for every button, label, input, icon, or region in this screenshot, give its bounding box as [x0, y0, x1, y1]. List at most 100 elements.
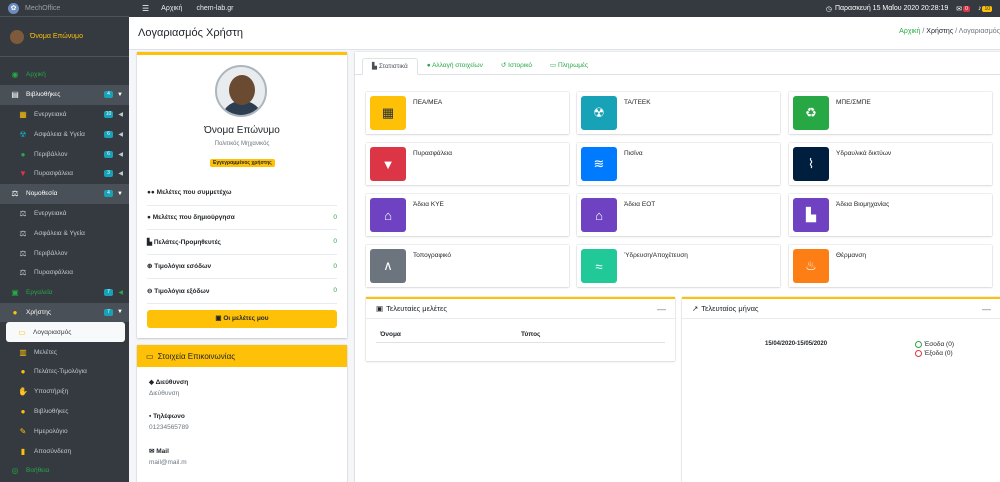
tile-label: Άδεια ΚΥΕ [413, 201, 444, 208]
chart-legend: Έσοδα (0) Έξοδα (0) [915, 341, 954, 359]
user-avatar [10, 29, 24, 44]
sidebar-item-clients-invoices[interactable]: ● Πελάτες-Τιμολόγια [0, 362, 129, 382]
sidebar-item-legislation-energy[interactable]: ⚖ Ενεργειακά [0, 204, 129, 224]
money-icon: ▭ [550, 62, 558, 69]
tile-label: Πυρασφάλεια [413, 150, 453, 157]
stat-label-text: Μελέτες που δημιούργησα [152, 213, 235, 221]
tile-label: ΤΑ/ΤΕΕΚ [624, 99, 651, 106]
tab-statistics[interactable]: ▙ Στατιστικά [362, 58, 418, 75]
topbar-clock: Παρασκευή 15 Μαΐου 2020 20:28:19 [834, 5, 949, 12]
tab-history[interactable]: ↺ Ιστορικό [492, 58, 541, 75]
tile-eot-license[interactable]: ⌂ Άδεια ΕΟΤ [577, 194, 780, 236]
sidebar-item-user-libraries[interactable]: ● Βιβλιοθήκες [0, 402, 129, 422]
collapse-button[interactable]: — [982, 304, 991, 314]
phone-label-text: Τηλέφωνο [153, 413, 185, 420]
messages-button[interactable]: ✉ 0 [956, 5, 970, 13]
sidebar-item-home[interactable]: ◉ Αρχική [0, 65, 129, 85]
page-title: Λογαριασμός Χρήστη [138, 27, 243, 39]
solar-panel-icon: ▦ [19, 109, 27, 119]
tab-label: Ιστορικό [508, 62, 532, 69]
tile-pool[interactable]: ≋ Πισίνα [577, 143, 780, 185]
topbar-home-link[interactable]: Αρχική [161, 5, 182, 12]
tile-ta-teek[interactable]: ☢ ΤΑ/ΤΕΕΚ [577, 92, 780, 134]
tile-label: ΠΕΑ/ΜΕΑ [413, 99, 443, 106]
door-icon: ▮ [20, 446, 26, 456]
sidebar-item-studies[interactable]: ▥ Μελέτες [0, 342, 129, 362]
sidebar-item-label: Αποσύνδεση [34, 447, 72, 455]
phone-label: ▪ Τηλέφωνο [149, 413, 335, 420]
sidebar-item-legislation[interactable]: ⚖ Νομοθεσία 4 ▼ [0, 183, 129, 204]
hamburger-menu-icon[interactable]: ☰ [142, 4, 149, 13]
balance-scale-icon: ⚖ [19, 268, 27, 278]
dashboard-icon: ◉ [11, 70, 19, 80]
stat-label: ● Μελέτες που δημιούργησα [147, 214, 235, 221]
sidebar-item-libraries[interactable]: ▤ Βιβλιοθήκες 4 ▼ [0, 84, 129, 105]
chevron-left-icon: ◀ [118, 151, 123, 158]
brand-link[interactable]: ✿ MechOffice [0, 0, 129, 17]
life-ring-icon: ◎ [11, 466, 19, 476]
stat-label: ⊖ Τιμολόγια εξόδων [147, 287, 210, 295]
breadcrumb-home[interactable]: Αρχική [899, 28, 920, 35]
count-badge: 7 [104, 308, 113, 316]
sidebar-item-help[interactable]: ◎ Βοήθεια [0, 461, 129, 481]
stat-label: ⊕ Τιμολόγια εσόδων [147, 262, 211, 270]
my-studies-label: Οι μελέτες μου [223, 315, 269, 322]
handshake-icon: ✋ [18, 387, 28, 397]
briefcase-icon: ▣ [11, 288, 19, 298]
chevron-left-icon: ◀ [118, 171, 123, 178]
tile-industry-license[interactable]: ▙ Άδεια Βιομηχανίας [789, 194, 992, 236]
sidebar-item-legislation-safety[interactable]: ⚖ Ασφάλεια & Υγεία [0, 223, 129, 243]
sidebar-item-support[interactable]: ✋ Υποστήριξη [0, 382, 129, 402]
legend-item-expenses[interactable]: Έξοδα (0) [915, 350, 954, 357]
recent-studies-table-header: Όνομα Τύπος [376, 331, 665, 343]
sidebar-item-label: Αρχική [26, 71, 46, 79]
sidebar-item-user[interactable]: ● Χρήστης 7 ▼ [0, 302, 129, 323]
sidebar-item-environment[interactable]: ● Περιβάλλον 6 ◀ [0, 144, 129, 164]
tile-label: Πισίνα [624, 150, 643, 157]
stat-label: ▙ Πελάτες-Προμηθευτές [147, 238, 221, 246]
recycle-icon: ♻ [793, 96, 829, 130]
tile-pea-mea[interactable]: ▦ ΠΕΑ/ΜΕΑ [366, 92, 569, 134]
profile-card: Όνομα Επώνυμο Πολιτικός Μηχανικός Εγγεγρ… [137, 52, 347, 338]
tile-fire-safety[interactable]: ▼ Πυρασφάλεια [366, 143, 569, 185]
my-studies-button[interactable]: ▣ Οι μελέτες μου [147, 310, 337, 328]
tile-topography[interactable]: ∧ Τοπογραφικό [366, 245, 569, 287]
sidebar-item-fire-safety[interactable]: ▼ Πυρασφάλεια 3 ◀ [0, 164, 129, 184]
notifications-button[interactable]: ♪ 10 [978, 5, 992, 12]
sidebar-item-tools[interactable]: ▣ Εργαλεία 7 ◀ [0, 283, 129, 303]
legend-swatch [915, 350, 923, 357]
sidebar: ✿ MechOffice Όνομα Επώνυμο ◉ Αρχική ▤ Βι… [0, 0, 129, 482]
mail-label-text: Mail [156, 448, 169, 455]
balance-scale-icon: ⚖ [11, 189, 19, 199]
sidebar-item-legislation-environment[interactable]: ⚖ Περιβάλλον [0, 243, 129, 263]
sidebar-item-legislation-fire[interactable]: ⚖ Πυρασφάλεια [0, 263, 129, 283]
tile-kye-license[interactable]: ⌂ Άδεια ΚΥΕ [366, 194, 569, 236]
sidebar-item-label: Υποστήριξη [34, 388, 69, 396]
sidebar-item-calendar[interactable]: ✎ Ημερολόγιο [0, 421, 129, 441]
sidebar-item-energy[interactable]: ▦ Ενεργειακά 10 ◀ [0, 105, 129, 125]
recent-studies-header: ▣ Τελευταίες μελέτες — [366, 299, 675, 319]
sidebar-item-label: Ενεργειακά [34, 209, 67, 217]
tile-hydraulics[interactable]: ⌇ Υδραυλικά δικτύων [789, 143, 992, 185]
legend-item-income[interactable]: Έσοδα (0) [915, 341, 954, 348]
contact-header: ▭ Στοιχεία Επικοινωνίας [137, 345, 347, 367]
sidebar-item-safety[interactable]: ☢ Ασφάλεια & Υγεία 6 ◀ [0, 124, 129, 144]
topbar-site-link[interactable]: chem-lab.gr [196, 5, 233, 12]
tile-water-sewer[interactable]: ≈ Ύδρευση/Αποχέτευση [577, 245, 780, 287]
recent-studies-panel: ▣ Τελευταίες μελέτες — Όνομα Τύπος [366, 297, 675, 361]
users-icon: ● [20, 367, 26, 377]
pipe-network-icon: ⌇ [793, 147, 829, 181]
count-badge: 4 [104, 190, 113, 198]
sidebar-item-label: Βιβλιοθήκες [26, 91, 61, 99]
tile-mpe-smpe[interactable]: ♻ ΜΠΕ/ΣΜΠΕ [789, 92, 992, 134]
tab-payments[interactable]: ▭ Πληρωμές [541, 58, 597, 75]
sidebar-item-account[interactable]: ▭ Λογαριασμός [6, 322, 125, 343]
user-panel[interactable]: Όνομα Επώνυμο [0, 17, 129, 57]
collapse-button[interactable]: — [657, 304, 666, 314]
sidebar-item-logout[interactable]: ▮ Αποσύνδεση [0, 441, 129, 461]
address-label-text: Διεύθυνση [155, 379, 189, 386]
profile-stats: ●● Μελέτες που συμμετέχω ● Μελέτες που δ… [147, 181, 337, 304]
tile-heating[interactable]: ♨ Θέρμανση [789, 245, 992, 287]
breadcrumb-user[interactable]: Χρήστης [926, 28, 953, 35]
tab-edit-details[interactable]: ● Αλλαγή στοιχείων [418, 58, 492, 75]
